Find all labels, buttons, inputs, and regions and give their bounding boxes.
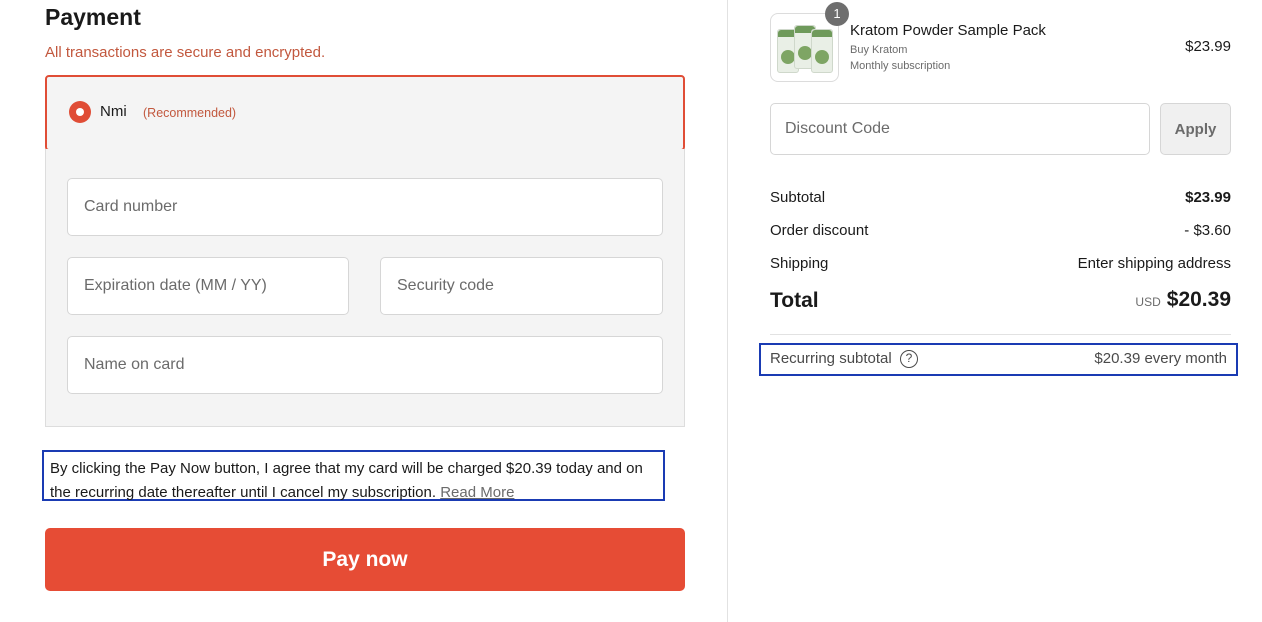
discount-code-field[interactable]	[770, 103, 1150, 155]
total-currency: USD	[1135, 295, 1161, 309]
card-number-input[interactable]	[68, 179, 662, 235]
shipping-value: Enter shipping address	[1077, 255, 1231, 272]
subscription-consent: By clicking the Pay Now button, I agree …	[42, 450, 665, 501]
recommended-tag: (Recommended)	[143, 106, 237, 120]
security-code-input[interactable]	[381, 258, 662, 314]
name-on-card-input[interactable]	[68, 337, 662, 393]
payment-subtitle: All transactions are secure and encrypte…	[45, 44, 326, 61]
subtotal-value: $23.99	[1185, 189, 1231, 206]
total-value: $20.39	[1166, 288, 1231, 311]
expiration-date-field[interactable]	[67, 257, 349, 315]
product-bag-image	[811, 29, 833, 73]
subtotal-label: Subtotal	[770, 189, 826, 206]
total-label: Total	[770, 289, 819, 312]
shipping-label: Shipping	[770, 255, 829, 272]
recurring-subtotal-value: $20.39 every month	[1094, 350, 1227, 367]
order-summary: 1 Kratom Powder Sample Pack Buy Kratom M…	[728, 0, 1262, 622]
quantity-badge: 1	[825, 2, 849, 26]
radio-selected-icon[interactable]	[69, 101, 91, 123]
discount-code-input[interactable]	[771, 104, 1149, 154]
consent-text: By clicking the Pay Now button, I agree …	[50, 460, 643, 501]
apply-discount-button[interactable]: Apply	[1160, 103, 1231, 155]
summary-divider	[770, 334, 1231, 335]
card-number-field[interactable]	[67, 178, 663, 236]
payment-section: Payment All transactions are secure and …	[0, 0, 727, 622]
product-plan: Monthly subscription	[850, 60, 951, 72]
recurring-subtotal-row: Recurring subtotal ? $20.39 every month	[759, 343, 1238, 376]
recurring-subtotal-label: Recurring subtotal	[770, 350, 892, 367]
product-vendor: Buy Kratom	[850, 44, 908, 56]
expiration-date-input[interactable]	[68, 258, 348, 314]
order-discount-label: Order discount	[770, 222, 869, 239]
security-code-field[interactable]	[380, 257, 663, 315]
question-icon[interactable]: ?	[900, 350, 918, 368]
product-name: Kratom Powder Sample Pack	[850, 22, 1046, 39]
name-on-card-field[interactable]	[67, 336, 663, 394]
payment-title: Payment	[45, 4, 141, 30]
order-discount-value: - $3.60	[1184, 222, 1231, 239]
product-price: $23.99	[1185, 38, 1231, 55]
payment-method-name: Nmi	[100, 103, 127, 120]
read-more-link[interactable]: Read More	[440, 484, 514, 501]
total-amount: USD $20.39	[1135, 288, 1231, 312]
card-details-panel	[45, 149, 685, 427]
pay-now-button[interactable]: Pay now	[45, 528, 685, 591]
payment-method-option[interactable]: Nmi (Recommended)	[45, 75, 685, 151]
